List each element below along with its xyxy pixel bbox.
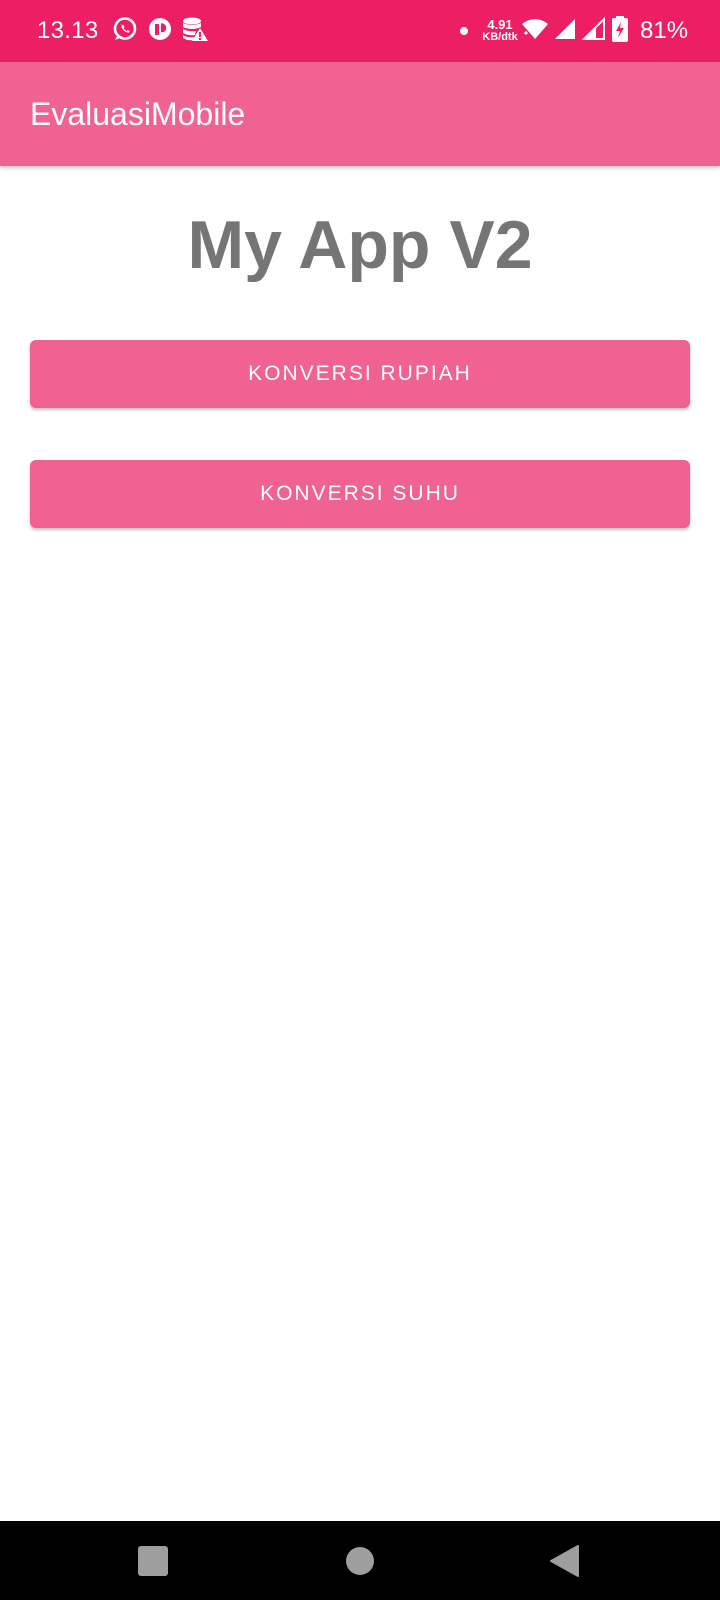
dot-icon	[459, 26, 469, 36]
wifi-icon	[520, 15, 550, 43]
back-triangle-icon[interactable]	[542, 1538, 588, 1584]
messenger-icon	[146, 15, 174, 43]
app-screen: 13.13 4.91 KB/dtk 81% EvaluasiMobile My …	[0, 0, 720, 1600]
konversi-rupiah-button[interactable]: KONVERSI RUPIAH	[30, 340, 690, 408]
network-speed: 4.91 KB/dtk	[479, 18, 521, 43]
recents-square-icon[interactable]	[130, 1538, 176, 1584]
konversi-suhu-button[interactable]: KONVERSI SUHU	[30, 460, 690, 528]
signal-icon	[551, 15, 579, 43]
battery-charging-icon	[609, 15, 631, 43]
home-circle-icon[interactable]	[337, 1538, 383, 1584]
whatsapp-icon	[111, 15, 139, 43]
data-saver-warning-icon	[181, 15, 209, 43]
page-heading: My App V2	[187, 207, 533, 283]
network-speed-value: 4.91	[487, 17, 513, 32]
status-time: 13.13	[37, 17, 99, 44]
status-bar: 13.13 4.91 KB/dtk 81%	[0, 0, 720, 62]
network-speed-unit: KB/dtk	[482, 31, 518, 43]
app-title: EvaluasiMobile	[30, 96, 246, 132]
app-toolbar: EvaluasiMobile	[0, 62, 720, 166]
navigation-bar	[0, 1521, 720, 1600]
battery-percentage: 81%	[640, 17, 689, 44]
signal-2-icon	[580, 15, 608, 43]
